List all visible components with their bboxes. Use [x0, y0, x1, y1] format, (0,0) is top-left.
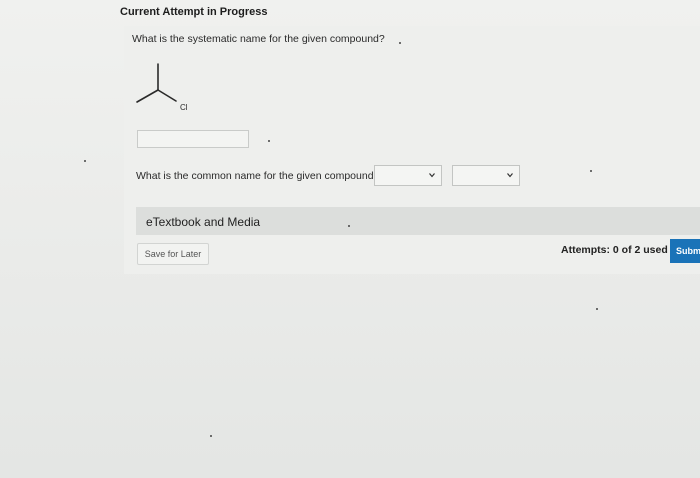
stray-mark	[399, 42, 401, 44]
stray-mark	[84, 160, 86, 162]
chevron-down-icon	[429, 173, 435, 178]
save-for-later-button[interactable]: Save for Later	[137, 243, 209, 265]
page: Current Attempt in Progress What is the …	[0, 0, 700, 478]
chevron-down-icon	[507, 173, 513, 178]
common-name-select-2[interactable]	[452, 165, 520, 186]
question-1-prompt: What is the systematic name for the give…	[132, 33, 385, 45]
question-2-prompt: What is the common name for the given co…	[136, 170, 380, 182]
question-panel	[124, 26, 700, 274]
molecule-structure: Cl	[136, 63, 188, 112]
etextbook-media-bar[interactable]: eTextbook and Media	[136, 207, 700, 235]
common-name-select-1[interactable]	[374, 165, 442, 186]
submit-button[interactable]: Subm	[670, 239, 700, 263]
etextbook-label: eTextbook and Media	[146, 215, 261, 229]
bond-right	[157, 89, 177, 102]
bond-left	[136, 89, 159, 103]
stray-mark	[268, 140, 270, 142]
page-title: Current Attempt in Progress	[120, 6, 268, 18]
systematic-name-answer-field[interactable]	[137, 130, 249, 148]
chlorine-label: Cl	[180, 103, 188, 112]
stray-mark	[210, 435, 212, 437]
stray-mark	[596, 308, 598, 310]
stray-mark	[590, 170, 592, 172]
stray-mark	[348, 225, 350, 227]
attempts-counter: Attempts: 0 of 2 used	[561, 244, 668, 256]
